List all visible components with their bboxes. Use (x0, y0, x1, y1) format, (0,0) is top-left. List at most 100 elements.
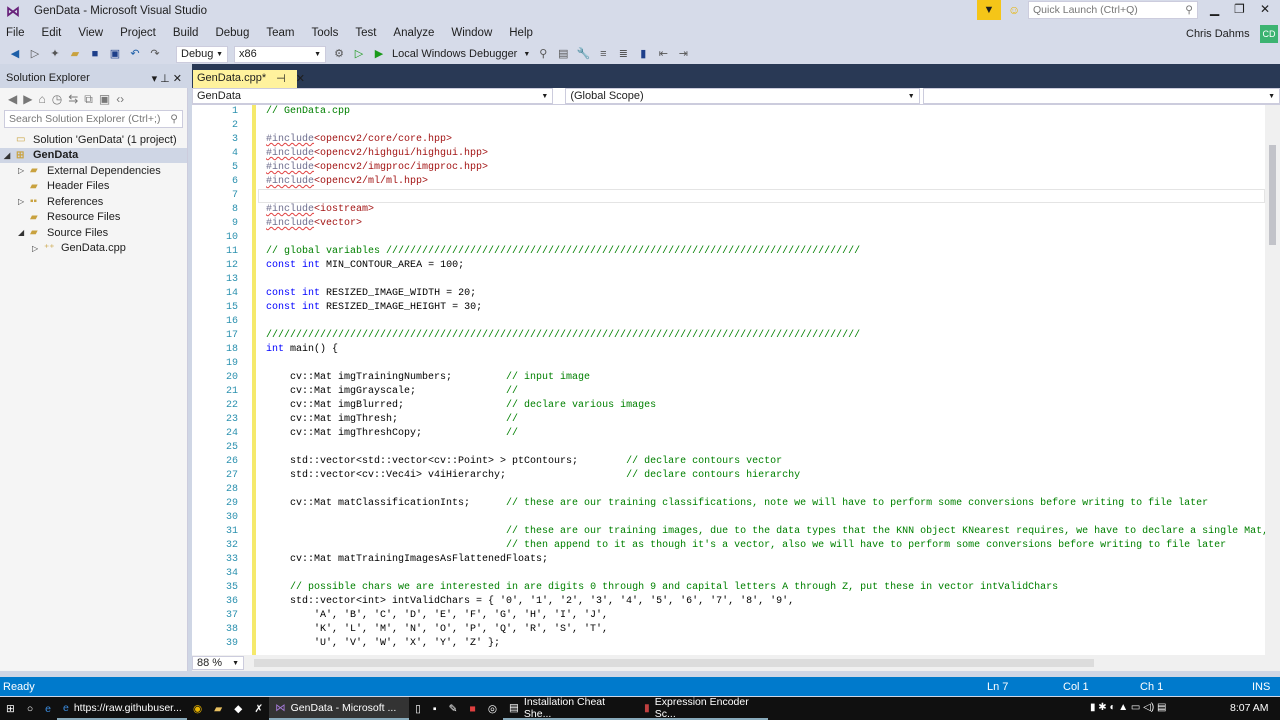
menu-file[interactable]: File (6, 27, 25, 39)
code-line[interactable]: #include<opencv2/core/core.hpp> (266, 133, 452, 147)
forward-icon[interactable]: ▷ (28, 48, 42, 60)
expand-arrow-icon[interactable]: ◢ (18, 228, 30, 237)
taskbar-browser[interactable]: e https://raw.githubuser... (57, 697, 187, 720)
pin-icon[interactable]: ⊣ (276, 72, 286, 86)
code-line[interactable]: #include<iostream> (266, 203, 374, 217)
menu-build[interactable]: Build (173, 27, 199, 39)
save-all-icon[interactable]: ▣ (108, 48, 122, 60)
redo-icon[interactable]: ↷ (148, 48, 162, 60)
code-line[interactable]: #include<opencv2/highgui/highgui.hpp> (266, 147, 488, 161)
show-all-icon[interactable]: ▣ (99, 92, 110, 106)
system-tray-icons[interactable]: ▮ ✱ ◐ ▲ ▭ ◁) ▤ (1090, 702, 1166, 713)
menu-help[interactable]: Help (509, 27, 533, 39)
tree-item[interactable]: ◢ ⊞ GenData (0, 147, 187, 163)
code-line[interactable]: cv::Mat imgThresh; // (266, 413, 518, 427)
toolbox-icon[interactable]: ▤ (556, 48, 570, 60)
tree-item[interactable]: ▷ ▰ External Dependencies (0, 163, 187, 179)
restore-button[interactable]: ❐ (1234, 2, 1245, 16)
start-without-debugging-icon[interactable]: ▷ (352, 48, 366, 60)
code-line[interactable]: const int RESIZED_IMAGE_WIDTH = 20; (266, 287, 476, 301)
code-line[interactable]: // global variables ////////////////////… (266, 245, 860, 259)
code-line[interactable]: int main() { (266, 343, 338, 357)
tree-item[interactable]: ▷ ⁺⁺ GenData.cpp (0, 241, 187, 257)
filter-icon[interactable]: ▼ (977, 0, 1001, 20)
back-icon[interactable]: ◀ (8, 48, 22, 60)
wrench-icon[interactable]: 🔧 (576, 48, 590, 60)
code-line[interactable]: const int MIN_CONTOUR_AREA = 100; (266, 259, 464, 273)
undo-icon[interactable]: ↶ (128, 48, 142, 60)
tree-item[interactable]: ▰ Resource Files (0, 210, 187, 226)
menu-window[interactable]: Window (451, 27, 492, 39)
paint-icon[interactable]: ✎ (443, 697, 464, 720)
code-line[interactable]: // then append to it as though it's a ve… (266, 539, 1226, 553)
code-line[interactable]: // possible chars we are interested in a… (266, 581, 1058, 595)
edge-icon[interactable]: e (39, 697, 57, 720)
user-name[interactable]: Chris Dahms (1186, 28, 1250, 40)
zoom-select[interactable]: 88 % ▼ (192, 656, 244, 670)
find-icon[interactable]: ⚲ (536, 48, 550, 60)
code-line[interactable]: // GenData.cpp (266, 105, 350, 119)
minimize-button[interactable]: ▁ (1210, 2, 1219, 16)
sync-icon[interactable]: ⇆ (68, 92, 78, 106)
attach-icon[interactable]: ⚙ (332, 48, 346, 60)
uncomment-icon[interactable]: ≣ (616, 48, 630, 60)
back-icon[interactable]: ◀ (8, 92, 17, 106)
scrollbar-thumb[interactable] (1269, 145, 1276, 245)
solution-search-input[interactable]: Search Solution Explorer (Ctrl+;) ⚲ (4, 110, 183, 128)
start-debugger-button[interactable]: Local Windows Debugger (392, 48, 517, 60)
code-line[interactable]: const int RESIZED_IMAGE_HEIGHT = 30; (266, 301, 482, 315)
start-icon[interactable]: ⊞ (0, 697, 21, 720)
code-line[interactable]: // these are our training images, due to… (266, 525, 1265, 539)
expand-arrow-icon[interactable]: ◢ (4, 151, 16, 160)
tab-gendata-cpp[interactable]: GenData.cpp* ⊣ ✕ (193, 70, 305, 88)
configuration-select[interactable]: Debug ▼ (176, 45, 228, 63)
prev-bookmark-icon[interactable]: ⇤ (656, 48, 670, 60)
calculator-icon[interactable]: ▯ (409, 697, 427, 720)
code-line[interactable]: cv::Mat imgThreshCopy; // (266, 427, 518, 441)
new-project-icon[interactable]: ✦ (48, 48, 62, 60)
app-icon[interactable]: ◆ (228, 697, 248, 720)
red-app-icon[interactable]: ■ (463, 697, 481, 720)
code-line[interactable]: cv::Mat matClassificationInts; // these … (266, 497, 1208, 511)
expand-arrow-icon[interactable]: ▷ (18, 197, 30, 206)
open-icon[interactable]: ▰ (68, 48, 82, 60)
cortana-icon[interactable]: ○ (21, 697, 39, 720)
menu-project[interactable]: Project (120, 27, 156, 39)
history-icon[interactable]: ◷ (52, 92, 62, 106)
clock[interactable]: 8:07 AM (1230, 702, 1269, 714)
scope-select[interactable]: (Global Scope) ▼ (565, 88, 920, 104)
menu-team[interactable]: Team (266, 27, 294, 39)
chrome-icon[interactable]: ◉ (187, 697, 208, 720)
menu-analyze[interactable]: Analyze (393, 27, 434, 39)
code-line[interactable]: #include<vector> (266, 217, 362, 231)
menu-debug[interactable]: Debug (215, 27, 249, 39)
taskbar-cheat-sheet[interactable]: ▤ Installation Cheat She... (502, 696, 638, 720)
code-line[interactable]: cv::Mat matTrainingImagesAsFlattenedFloa… (266, 553, 548, 567)
next-bookmark-icon[interactable]: ⇥ (676, 48, 690, 60)
console-icon[interactable]: ▪ (427, 697, 443, 720)
code-line[interactable]: 'A', 'B', 'C', 'D', 'E', 'F', 'G', 'H', … (266, 609, 608, 623)
tree-item[interactable]: ▭ Solution 'GenData' (1 project) (0, 132, 187, 148)
tree-item[interactable]: ▰ Header Files (0, 179, 187, 195)
code-view-icon[interactable]: ‹› (116, 92, 124, 106)
code-line[interactable]: cv::Mat imgGrayscale; // (266, 385, 518, 399)
tool-icon[interactable]: ✗ (248, 697, 269, 720)
platform-select[interactable]: x86 ▼ (234, 45, 326, 63)
collapse-icon[interactable]: ⧉ (84, 92, 93, 107)
code-line[interactable]: std::vector<std::vector<cv::Point> > ptC… (266, 455, 782, 469)
code-line[interactable]: std::vector<int> intValidChars = { '0', … (266, 595, 794, 609)
code-line[interactable]: 'K', 'L', 'M', 'N', 'O', 'P', 'Q', 'R', … (266, 623, 608, 637)
expand-arrow-icon[interactable]: ▷ (32, 244, 44, 253)
obs-icon[interactable]: ◎ (482, 697, 503, 720)
menu-test[interactable]: Test (355, 27, 376, 39)
comment-icon[interactable]: ≡ (596, 48, 610, 60)
member-select[interactable]: ▼ (922, 88, 1280, 104)
tree-item[interactable]: ▷ ▪▪ References (0, 194, 187, 210)
save-icon[interactable]: ■ (88, 48, 102, 60)
bookmark-icon[interactable]: ▮ (636, 48, 650, 60)
start-debugging-icon[interactable]: ▶ (372, 48, 386, 60)
code-line[interactable]: ////////////////////////////////////////… (266, 329, 860, 343)
menu-tools[interactable]: Tools (311, 27, 338, 39)
taskbar-expression-encoder[interactable]: ▮ Expression Encoder Sc... (637, 696, 768, 720)
user-avatar[interactable]: CD (1260, 25, 1278, 43)
